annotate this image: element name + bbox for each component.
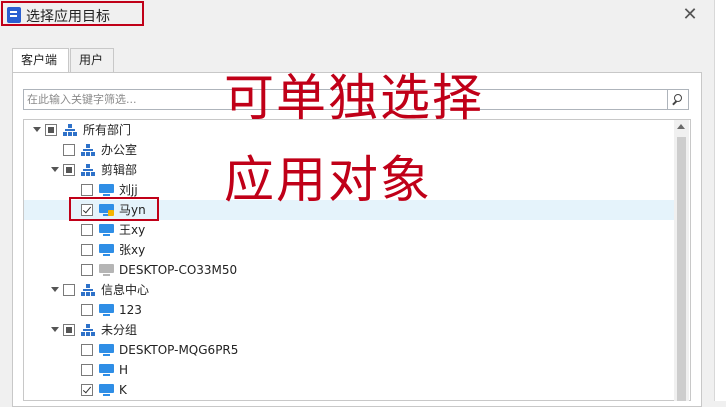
tree-checkbox[interactable]: [81, 224, 93, 236]
vertical-scrollbar[interactable]: [674, 120, 689, 401]
computer-icon: [99, 184, 115, 196]
collapse-arrow-icon[interactable]: [51, 327, 59, 332]
tree-checkbox[interactable]: [63, 144, 75, 156]
tree-checkbox[interactable]: [81, 264, 93, 276]
annotation-text-line2: 应用对象: [224, 151, 432, 209]
tree-checkbox[interactable]: [81, 304, 93, 316]
tree-node-label: DESKTOP-MQG6PR5: [119, 343, 239, 357]
org-tree-icon: [81, 283, 95, 297]
tree-node-label: DESKTOP-CO33M50: [119, 263, 238, 277]
tree-checkbox[interactable]: [81, 384, 93, 396]
computer-icon: [99, 304, 115, 316]
tab-clients-label: 客户端: [21, 53, 58, 67]
collapse-arrow-icon[interactable]: [51, 167, 59, 172]
annotation-highlight-row: [69, 197, 159, 221]
org-tree-icon: [81, 163, 95, 177]
tree-node-label: 123: [119, 303, 142, 317]
tree-node-label: 未分组: [101, 323, 138, 337]
org-tree-icon: [81, 143, 95, 157]
tab-users-label: 用户: [79, 53, 104, 67]
computer-icon: [99, 224, 115, 236]
search-button[interactable]: [667, 90, 688, 109]
annotation-text-line1: 可单独选择: [224, 69, 484, 127]
close-button[interactable]: ✕: [679, 4, 701, 26]
tree-node-label: 王xy: [119, 223, 146, 237]
tree-node-label: H: [119, 363, 129, 377]
tree-node-computer[interactable]: 123: [24, 300, 674, 320]
search-icon-handle: [672, 100, 677, 106]
tab-clients[interactable]: 客户端: [12, 48, 69, 73]
tree-node-computer[interactable]: K: [24, 380, 674, 400]
annotation-highlight-title: [1, 1, 144, 26]
tree-node-label: K: [119, 383, 127, 397]
tree-node-label: 剪辑部: [101, 163, 138, 177]
computer-icon: [99, 244, 115, 256]
tree-node-label: 张xy: [119, 243, 146, 257]
tree-node-info-center[interactable]: 信息中心: [24, 280, 674, 300]
tree-checkbox[interactable]: [81, 364, 93, 376]
tree-node-computer[interactable]: H: [24, 360, 674, 380]
tree-node-label: 办公室: [101, 143, 138, 157]
tree-node-computer[interactable]: 张xy: [24, 240, 674, 260]
tree-checkbox[interactable]: [81, 244, 93, 256]
collapse-arrow-icon[interactable]: [33, 127, 41, 132]
tree-checkbox[interactable]: [81, 184, 93, 196]
tree-node-computer[interactable]: 王xy: [24, 220, 674, 240]
tree-checkbox[interactable]: [63, 164, 75, 176]
computer-icon: [99, 384, 115, 396]
collapse-arrow-icon[interactable]: [51, 287, 59, 292]
computer-offline-icon: [99, 264, 115, 276]
tree-checkbox[interactable]: [63, 324, 75, 336]
tree-node-computer[interactable]: DESKTOP-MQG6PR5: [24, 340, 674, 360]
tree-node-ungrouped[interactable]: 未分组: [24, 320, 674, 340]
tab-users[interactable]: 用户: [70, 48, 114, 72]
window-edge: [714, 0, 726, 401]
computer-icon: [99, 364, 115, 376]
tree-checkbox[interactable]: [63, 284, 75, 296]
org-tree-icon: [81, 323, 95, 337]
org-tree-icon: [63, 123, 77, 137]
tree-checkbox[interactable]: [81, 344, 93, 356]
tree-checkbox[interactable]: [45, 124, 57, 136]
scrollbar-thumb[interactable]: [677, 137, 686, 401]
tree-node-label: 信息中心: [101, 283, 150, 297]
computer-icon: [99, 344, 115, 356]
tree-node-computer-offline[interactable]: DESKTOP-CO33M50: [24, 260, 674, 280]
scroll-up-icon[interactable]: [677, 124, 685, 129]
tree-node-label: 所有部门: [83, 123, 132, 137]
